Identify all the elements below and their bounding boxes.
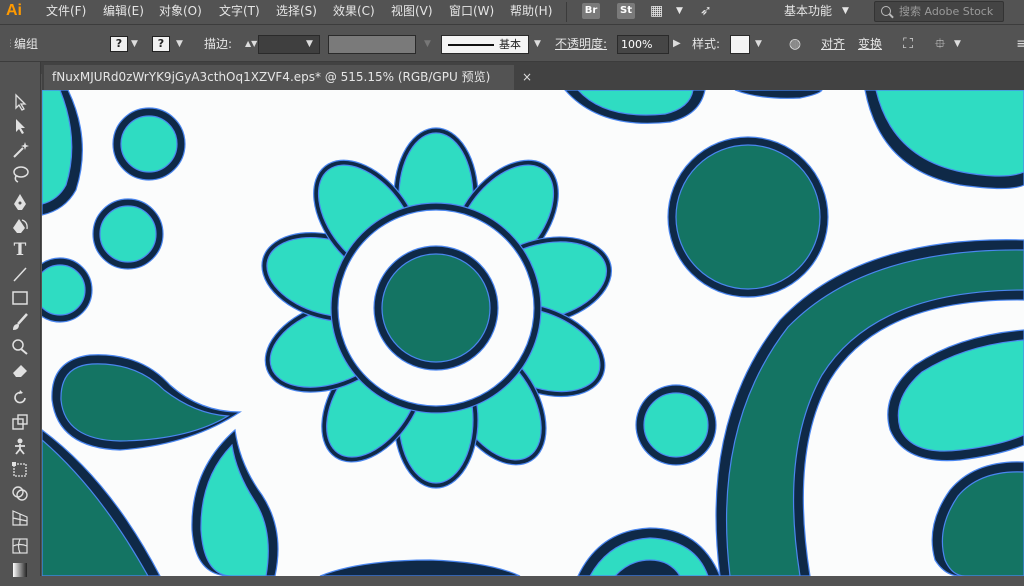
paintbrush-tool-icon[interactable] [10, 312, 30, 332]
pen-tool-icon[interactable] [10, 192, 30, 212]
menu-edit[interactable]: 编辑(E) [103, 0, 144, 22]
flower[interactable] [250, 127, 622, 489]
search-icon [881, 6, 891, 16]
divider [566, 2, 567, 22]
workspace-switcher[interactable]: 基本功能 [784, 2, 832, 20]
chevron-down-icon[interactable]: ▼ [176, 36, 183, 52]
arrange-documents-icon[interactable]: ▦ [650, 0, 663, 22]
opacity-input[interactable]: 100% [617, 35, 669, 54]
left-edge-shape[interactable] [42, 90, 83, 216]
stock-icon[interactable]: St [617, 3, 635, 19]
stepper-icon[interactable]: ▲▼ [245, 36, 257, 52]
curvature-tool-icon[interactable] [10, 216, 30, 236]
menu-window[interactable]: 窗口(W) [449, 0, 494, 22]
recolor-artwork-icon[interactable]: ◍ [785, 35, 805, 53]
chevron-down-icon[interactable]: ▼ [534, 36, 541, 52]
brush-definition[interactable]: 基本 [441, 35, 529, 54]
stroke-preview [448, 44, 494, 46]
teardrop-right-light[interactable] [887, 329, 1024, 462]
menu-help[interactable]: 帮助(H) [510, 0, 552, 22]
tools-panel: T [0, 62, 41, 577]
line-segment-tool-icon[interactable] [10, 264, 30, 284]
graphic-style-swatch[interactable] [730, 35, 750, 54]
menu-file[interactable]: 文件(F) [46, 0, 86, 22]
align-button[interactable]: 对齐 [821, 25, 845, 63]
stroke-swatch[interactable]: ? [152, 36, 170, 52]
menu-select[interactable]: 选择(S) [276, 0, 317, 22]
chevron-down-icon[interactable]: ▼ [842, 0, 849, 22]
menu-effect[interactable]: 效果(C) [333, 0, 375, 22]
teardrop-lower-left[interactable] [191, 428, 279, 576]
artwork[interactable]: .ol{fill:#0f2947;stroke:#4a86f0;stroke-w… [42, 90, 1024, 576]
isolate-group-icon[interactable]: ⯐ [930, 35, 950, 53]
shape-builder-tool-icon[interactable] [10, 484, 30, 504]
bottom-edge-shape[interactable] [319, 527, 721, 576]
small-circle[interactable] [112, 107, 186, 181]
small-circle[interactable] [635, 384, 717, 466]
corner-blob-top-right[interactable] [864, 90, 1024, 190]
chevron-right-icon[interactable]: ▶ [673, 36, 681, 52]
stroke-style-label: 基本 [499, 38, 521, 51]
transform-button[interactable]: 变换 [858, 25, 882, 63]
selection-type-label: 编组 [14, 37, 39, 51]
scale-tool-icon[interactable] [10, 412, 30, 432]
rotate-tool-icon[interactable] [10, 388, 30, 408]
rectangle-tool-icon[interactable] [10, 288, 30, 308]
chevron-down-icon[interactable]: ▼ [306, 36, 313, 52]
small-circle[interactable] [42, 257, 93, 323]
bridge-icon[interactable]: Br [582, 3, 600, 19]
puppet-warp-tool-icon[interactable] [10, 436, 30, 456]
document-tab[interactable]: fNuxMJURd0zWrYK9jGyA3cthOq1XZVF4.eps* @ … [44, 65, 532, 90]
lasso-tool-icon[interactable] [10, 164, 30, 184]
app-logo: Ai [6, 2, 22, 19]
menu-view[interactable]: 视图(V) [391, 0, 433, 22]
opacity-label[interactable]: 不透明度: [555, 25, 607, 63]
teardrop-left-dark[interactable] [51, 354, 242, 451]
free-transform-tool-icon[interactable] [10, 460, 30, 480]
close-icon[interactable]: × [522, 65, 532, 90]
fill-swatch[interactable]: ? [110, 36, 128, 52]
artboard-canvas[interactable]: .ol{fill:#0f2947;stroke:#4a86f0;stroke-w… [42, 90, 1024, 576]
top-edge-shape[interactable] [564, 90, 823, 124]
direct-selection-tool-icon[interactable] [10, 116, 30, 136]
small-circle[interactable] [92, 198, 164, 270]
transform-again-icon[interactable]: ⛶ [898, 35, 918, 53]
chevron-down-icon[interactable]: ▼ [131, 36, 138, 52]
control-bar: ⋮ 编组 ? ▼ ? ▼ 描边: ▲▼ ▼ ▼ 基本 ▼ 不透明度: 100% … [0, 24, 1024, 62]
perspective-grid-tool-icon[interactable] [10, 508, 30, 528]
menu-type[interactable]: 文字(T) [219, 0, 260, 22]
chevron-down-icon[interactable]: ▼ [676, 0, 683, 22]
magic-wand-tool-icon[interactable] [10, 140, 30, 160]
selection-tool-icon[interactable] [10, 92, 30, 112]
document-tab-bar: fNuxMJURd0zWrYK9jGyA3cthOq1XZVF4.eps* @ … [42, 62, 1024, 90]
mesh-tool-icon[interactable] [10, 536, 30, 556]
menu-bar: Ai 文件(F) 编辑(E) 对象(O) 文字(T) 选择(S) 效果(C) 视… [0, 0, 1024, 24]
document-tab-title: fNuxMJURd0zWrYK9jGyA3cthOq1XZVF4.eps* @ … [52, 70, 491, 84]
stock-search-placeholder: 搜索 Adobe Stock [899, 5, 994, 18]
teardrop-right-dark[interactable] [931, 461, 1024, 576]
chevron-down-icon[interactable]: ▼ [954, 36, 961, 52]
panel-menu-icon[interactable]: ≡ [1012, 35, 1024, 53]
chevron-down-icon[interactable]: ▼ [755, 36, 762, 52]
stroke-label[interactable]: 描边: [204, 25, 232, 63]
style-label: 样式: [692, 37, 721, 51]
shaper-tool-icon[interactable] [10, 336, 30, 356]
dark-circle-right[interactable] [667, 136, 829, 298]
menu-object[interactable]: 对象(O) [159, 0, 202, 22]
stock-search-input[interactable]: 搜索 Adobe Stock [874, 1, 1004, 22]
bottom-left-sweep[interactable] [42, 429, 161, 576]
type-tool-icon[interactable]: T [10, 240, 30, 260]
eraser-tool-icon[interactable] [10, 360, 30, 380]
gpu-performance-icon[interactable]: ➶ [700, 0, 712, 22]
variable-width-profile[interactable] [328, 35, 416, 54]
chevron-down-icon[interactable]: ▼ [424, 36, 431, 52]
gradient-tool-icon[interactable] [10, 560, 30, 580]
